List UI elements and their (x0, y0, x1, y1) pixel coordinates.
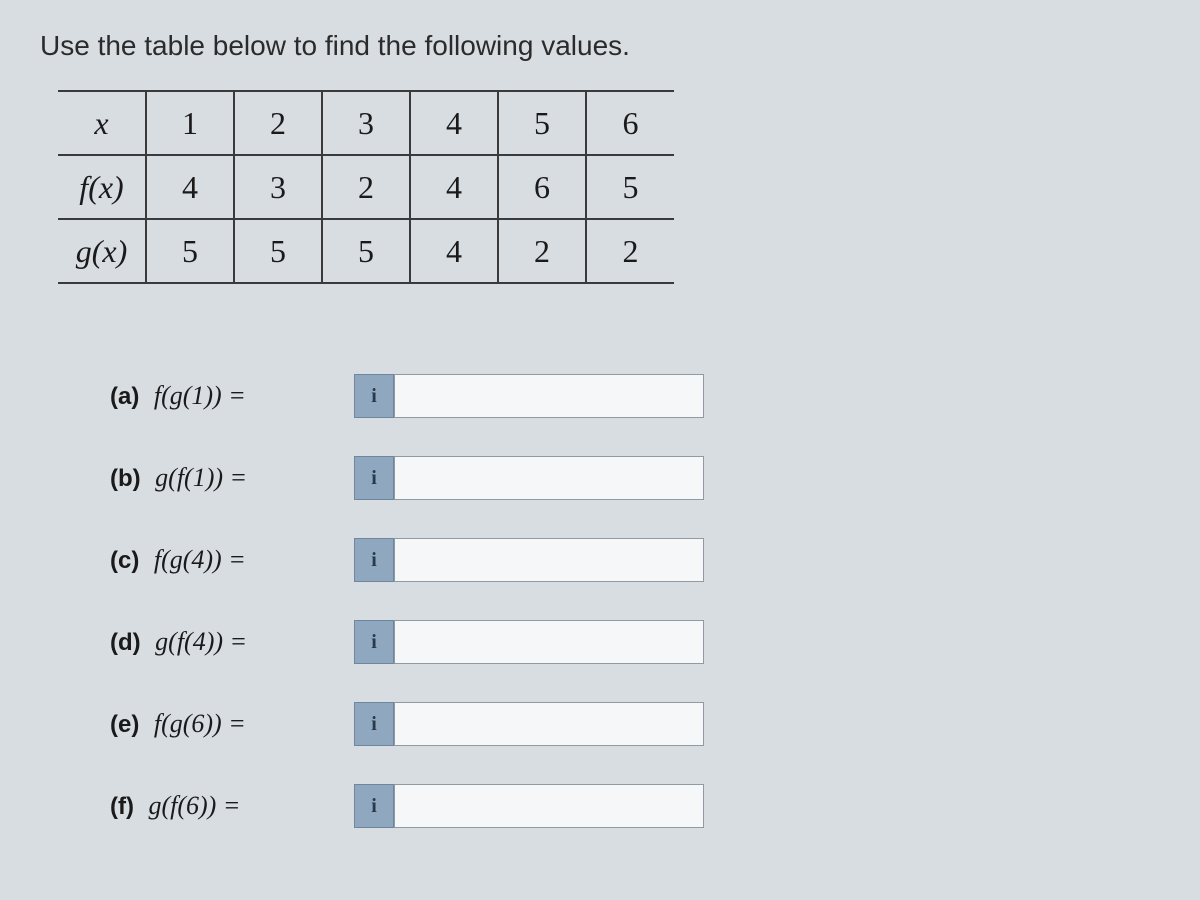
question-letter: (d) (110, 629, 141, 656)
cell: 4 (146, 155, 234, 219)
table-row-x: x 1 2 3 4 5 6 (58, 91, 674, 155)
info-icon[interactable]: i (354, 456, 394, 500)
row-header-gx: g(x) (58, 219, 146, 283)
question-expression: g(f(6)) = (148, 791, 240, 820)
info-icon[interactable]: i (354, 374, 394, 418)
function-table: x 1 2 3 4 5 6 f(x) 4 3 2 4 6 5 g(x) 5 5 … (58, 90, 674, 284)
question-b: (b) g(f(1)) = i (110, 456, 1160, 500)
question-a: (a) f(g(1)) = i (110, 374, 1160, 418)
question-label: (d) g(f(4)) = (110, 627, 330, 657)
cell: 2 (586, 219, 674, 283)
question-label: (f) g(f(6)) = (110, 791, 330, 821)
answer-input-e[interactable] (394, 702, 704, 746)
question-expression: g(f(4)) = (155, 627, 247, 656)
question-e: (e) f(g(6)) = i (110, 702, 1160, 746)
cell: 4 (410, 155, 498, 219)
cell: 4 (410, 91, 498, 155)
question-letter: (f) (110, 793, 134, 820)
question-expression: g(f(1)) = (155, 463, 247, 492)
cell: 5 (586, 155, 674, 219)
cell: 6 (586, 91, 674, 155)
answer-input-c[interactable] (394, 538, 704, 582)
question-d: (d) g(f(4)) = i (110, 620, 1160, 664)
answer-input-d[interactable] (394, 620, 704, 664)
cell: 3 (234, 155, 322, 219)
info-icon[interactable]: i (354, 784, 394, 828)
cell: 2 (322, 155, 410, 219)
row-header-x: x (58, 91, 146, 155)
question-letter: (c) (110, 547, 139, 574)
info-icon[interactable]: i (354, 538, 394, 582)
question-expression: f(g(6)) = (154, 709, 246, 738)
question-expression: f(g(4)) = (154, 545, 246, 574)
cell: 1 (146, 91, 234, 155)
question-f: (f) g(f(6)) = i (110, 784, 1160, 828)
cell: 2 (498, 219, 586, 283)
cell: 5 (498, 91, 586, 155)
cell: 5 (146, 219, 234, 283)
question-letter: (e) (110, 711, 139, 738)
question-letter: (a) (110, 383, 139, 410)
questions-list: (a) f(g(1)) = i (b) g(f(1)) = i (c) f(g(… (110, 374, 1160, 828)
cell: 6 (498, 155, 586, 219)
question-label: (b) g(f(1)) = (110, 463, 330, 493)
cell: 5 (234, 219, 322, 283)
table-row-fx: f(x) 4 3 2 4 6 5 (58, 155, 674, 219)
question-label: (c) f(g(4)) = (110, 545, 330, 575)
instruction-text: Use the table below to find the followin… (40, 30, 1160, 62)
row-header-fx: f(x) (58, 155, 146, 219)
table-row-gx: g(x) 5 5 5 4 2 2 (58, 219, 674, 283)
question-label: (e) f(g(6)) = (110, 709, 330, 739)
question-c: (c) f(g(4)) = i (110, 538, 1160, 582)
answer-input-a[interactable] (394, 374, 704, 418)
question-letter: (b) (110, 465, 141, 492)
answer-input-f[interactable] (394, 784, 704, 828)
cell: 2 (234, 91, 322, 155)
question-label: (a) f(g(1)) = (110, 381, 330, 411)
answer-input-b[interactable] (394, 456, 704, 500)
info-icon[interactable]: i (354, 702, 394, 746)
question-expression: f(g(1)) = (154, 381, 246, 410)
info-icon[interactable]: i (354, 620, 394, 664)
cell: 3 (322, 91, 410, 155)
cell: 5 (322, 219, 410, 283)
cell: 4 (410, 219, 498, 283)
